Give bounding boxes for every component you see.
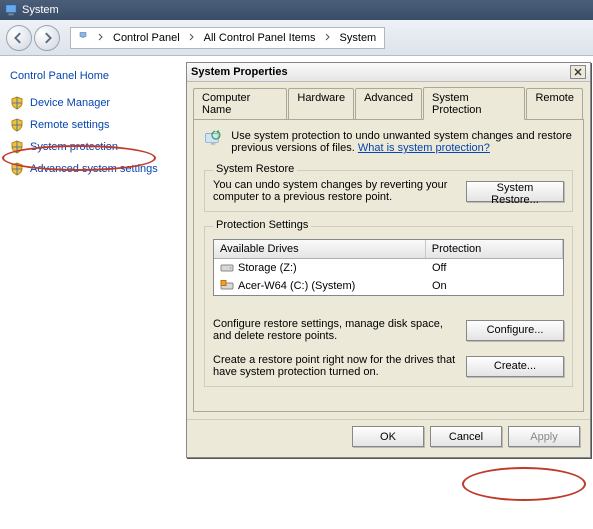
computer-icon: [75, 30, 91, 46]
sidebar-item-device-manager[interactable]: Device Manager: [8, 92, 179, 114]
drives-table: Available Drives Protection Storage (Z:)…: [213, 239, 564, 296]
dialog-title: System Properties: [191, 66, 288, 78]
sidebar-item-system-protection[interactable]: System protection: [8, 136, 179, 158]
tab-hardware[interactable]: Hardware: [288, 88, 354, 120]
sidebar-item-label: Remote settings: [30, 119, 109, 131]
col-protection[interactable]: Protection: [426, 240, 563, 258]
tab-computer-name[interactable]: Computer Name: [193, 88, 287, 120]
forward-button[interactable]: [34, 25, 60, 51]
drive-system-icon: [220, 280, 234, 292]
system-restore-group: System Restore You can undo system chang…: [204, 170, 573, 212]
window-titlebar: System: [0, 0, 593, 20]
configure-text: Configure restore settings, manage disk …: [213, 318, 458, 342]
ok-button[interactable]: OK: [352, 426, 424, 447]
table-row[interactable]: Storage (Z:) Off: [214, 259, 563, 277]
tabs: Computer Name Hardware Advanced System P…: [187, 82, 590, 120]
system-restore-button[interactable]: System Restore...: [466, 181, 564, 202]
dialog-buttons: OK Cancel Apply: [187, 419, 590, 457]
group-legend: System Restore: [213, 163, 297, 175]
system-icon: [4, 3, 18, 17]
tab-advanced[interactable]: Advanced: [355, 88, 422, 120]
configure-button[interactable]: Configure...: [466, 320, 564, 341]
tab-remote[interactable]: Remote: [526, 88, 583, 120]
drive-icon: [220, 262, 234, 274]
drive-protection: Off: [426, 259, 563, 277]
breadcrumb[interactable]: Control Panel All Control Panel Items Sy…: [70, 27, 385, 49]
sidebar-item-label: System protection: [30, 141, 118, 153]
shield-icon: [10, 162, 24, 176]
tab-panel-system-protection: Use system protection to undo unwanted s…: [193, 119, 584, 412]
restore-icon: [204, 130, 223, 160]
create-button[interactable]: Create...: [466, 356, 564, 377]
tab-system-protection[interactable]: System Protection: [423, 87, 525, 120]
sidebar-item-advanced-system-settings[interactable]: Advanced system settings: [8, 158, 179, 180]
protection-settings-group: Protection Settings Available Drives Pro…: [204, 226, 573, 387]
window-title: System: [22, 4, 59, 16]
create-text: Create a restore point right now for the…: [213, 354, 458, 378]
close-button[interactable]: [570, 65, 586, 79]
toolbar: Control Panel All Control Panel Items Sy…: [0, 20, 593, 56]
shield-icon: [10, 118, 24, 132]
chevron-right-icon: [93, 32, 109, 44]
crumb-all-items[interactable]: All Control Panel Items: [200, 32, 320, 44]
group-legend: Protection Settings: [213, 219, 311, 231]
sidebar-item-remote-settings[interactable]: Remote settings: [8, 114, 179, 136]
chevron-right-icon: [320, 32, 336, 44]
col-drives[interactable]: Available Drives: [214, 240, 426, 258]
apply-button[interactable]: Apply: [508, 426, 580, 447]
control-panel-home-link[interactable]: Control Panel Home: [8, 66, 179, 92]
what-is-system-protection-link[interactable]: What is system protection?: [358, 142, 490, 154]
drive-protection: On: [426, 277, 563, 295]
crumb-control-panel[interactable]: Control Panel: [109, 32, 184, 44]
back-button[interactable]: [6, 25, 32, 51]
table-header: Available Drives Protection: [214, 240, 563, 259]
shield-icon: [10, 140, 24, 154]
table-row[interactable]: Acer-W64 (C:) (System) On: [214, 277, 563, 295]
restore-text: You can undo system changes by reverting…: [213, 179, 458, 203]
annotation-ellipse: [462, 467, 586, 501]
drive-name: Acer-W64 (C:) (System): [238, 280, 355, 292]
drive-name: Storage (Z:): [238, 262, 297, 274]
chevron-right-icon: [184, 32, 200, 44]
system-properties-dialog: System Properties Computer Name Hardware…: [186, 62, 591, 458]
intro-section: Use system protection to undo unwanted s…: [204, 130, 573, 160]
dialog-titlebar: System Properties: [187, 63, 590, 82]
sidebar-item-label: Advanced system settings: [30, 163, 158, 175]
shield-icon: [10, 96, 24, 110]
sidebar: Control Panel Home Device Manager Remote…: [0, 56, 185, 180]
cancel-button[interactable]: Cancel: [430, 426, 502, 447]
crumb-system[interactable]: System: [336, 32, 381, 44]
sidebar-item-label: Device Manager: [30, 97, 110, 109]
